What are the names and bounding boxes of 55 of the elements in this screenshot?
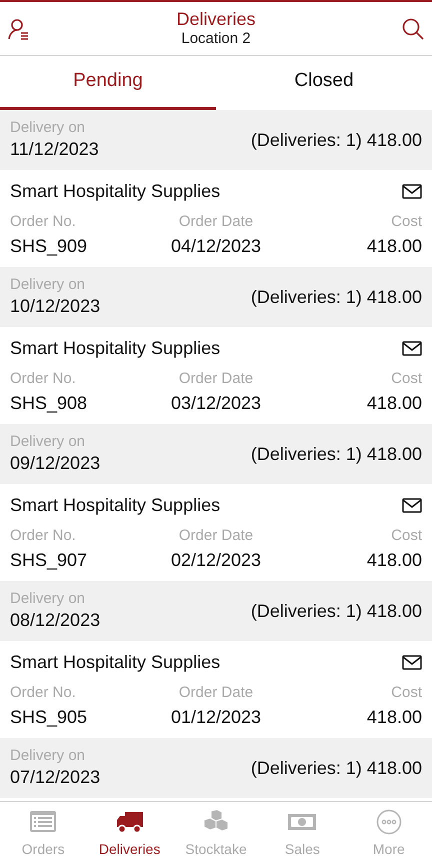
column-label: Cost (391, 213, 422, 232)
envelope-icon[interactable] (402, 341, 422, 356)
order-cost: 418.00 (366, 548, 422, 572)
envelope-icon[interactable] (402, 655, 422, 670)
group-date: 10/12/2023 (10, 295, 100, 318)
envelope-icon[interactable] (402, 498, 422, 513)
order-date: 01/12/2023 (170, 706, 262, 728)
column-label: Order No. (10, 527, 76, 546)
header-subtitle: Location 2 (181, 30, 251, 50)
list-icon (28, 809, 58, 835)
order-date: 03/12/2023 (170, 392, 262, 414)
group-date: 11/12/2023 (10, 138, 99, 161)
group-date: 07/12/2023 (10, 766, 100, 789)
group-summary: (Deliveries: 1) 418.00 (250, 600, 422, 623)
column-label: Order Date (178, 370, 254, 389)
group-summary: (Deliveries: 1) 418.00 (250, 756, 422, 780)
group-summary: (Deliveries: 1) 418.00 (250, 128, 422, 152)
column-label: Order Date (178, 527, 254, 546)
column-label: Order Date (178, 684, 254, 703)
group-date: 08/12/2023 (10, 609, 100, 632)
column-label: Cost (391, 370, 422, 389)
supplier-name: Smart Hospitality Supplies (10, 494, 220, 517)
supplier-name: Smart Hospitality Supplies (10, 180, 220, 203)
group-summary: (Deliveries: 1) 418.00 (250, 442, 422, 466)
group-date: 09/12/2023 (10, 452, 100, 475)
envelope-icon[interactable] (402, 184, 422, 199)
column-label: Cost (391, 684, 422, 703)
user-list-icon[interactable] (8, 18, 30, 40)
order-date: 02/12/2023 (170, 548, 262, 572)
order-number: SHS_905 (10, 706, 88, 728)
truck-icon (114, 809, 145, 835)
column-label: Cost (391, 527, 422, 546)
column-label: Order No. (10, 370, 76, 389)
order-number: SHS_908 (10, 392, 88, 414)
group-summary: (Deliveries: 1) 418.00 (250, 286, 422, 309)
supplier-name: Smart Hospitality Supplies (10, 651, 220, 674)
group-label: Delivery on (10, 433, 86, 452)
order-number: SHS_907 (10, 548, 88, 572)
order-cost: 418.00 (366, 234, 422, 258)
group-label: Delivery on (10, 747, 86, 766)
order-number: SHS_909 (10, 234, 88, 258)
order-cost: 418.00 (366, 706, 422, 728)
order-cost: 418.00 (366, 392, 422, 414)
header-title: Deliveries (176, 8, 256, 30)
group-label: Delivery on (10, 119, 86, 138)
group-label: Delivery on (10, 276, 86, 296)
tab[interactable]: Closed (216, 56, 432, 110)
supplier-name: Smart Hospitality Supplies (10, 337, 220, 360)
order-date: 04/12/2023 (170, 234, 262, 258)
column-label: Order No. (10, 684, 76, 703)
column-label: Order Date (178, 213, 254, 232)
nav-tab[interactable]: Deliveries (86, 802, 173, 867)
group-label: Delivery on (10, 590, 86, 610)
column-label: Order No. (10, 213, 76, 232)
search-icon[interactable] (402, 18, 424, 40)
